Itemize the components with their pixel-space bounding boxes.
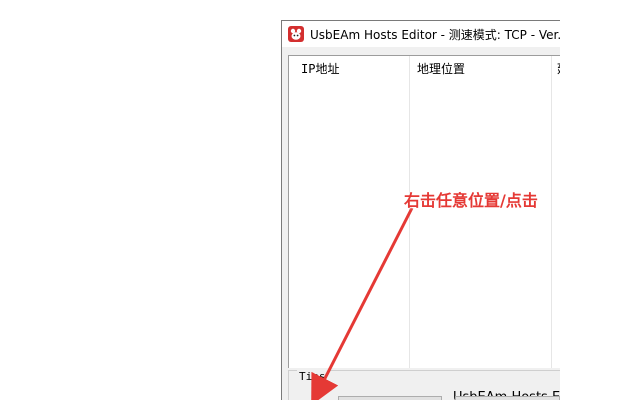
window-title: UsbEAm Hosts Editor - 测速模式: TCP - Ver.3 [310, 27, 560, 42]
hosts-list[interactable]: IP地址 地理位置 延 [288, 55, 560, 368]
tips-label: Tips [297, 370, 328, 383]
annotation-text: 右击任意位置/点击 [404, 191, 538, 210]
title-bar[interactable]: UsbEAm Hosts Editor - 测速模式: TCP - Ver.3 [282, 21, 560, 47]
column-header-ip[interactable]: IP地址 [301, 56, 339, 80]
column-separator[interactable] [409, 56, 410, 368]
app-icon [288, 26, 304, 42]
bottom-button-1[interactable] [338, 396, 442, 400]
column-header-location[interactable]: 地理位置 [417, 56, 465, 80]
column-separator[interactable] [551, 56, 552, 368]
bottom-button-2[interactable] [455, 396, 560, 400]
column-header-latency[interactable]: 延 [557, 56, 560, 80]
screen: UsbEAm Hosts Editor - 测速模式: TCP - Ver.3 … [0, 0, 640, 400]
